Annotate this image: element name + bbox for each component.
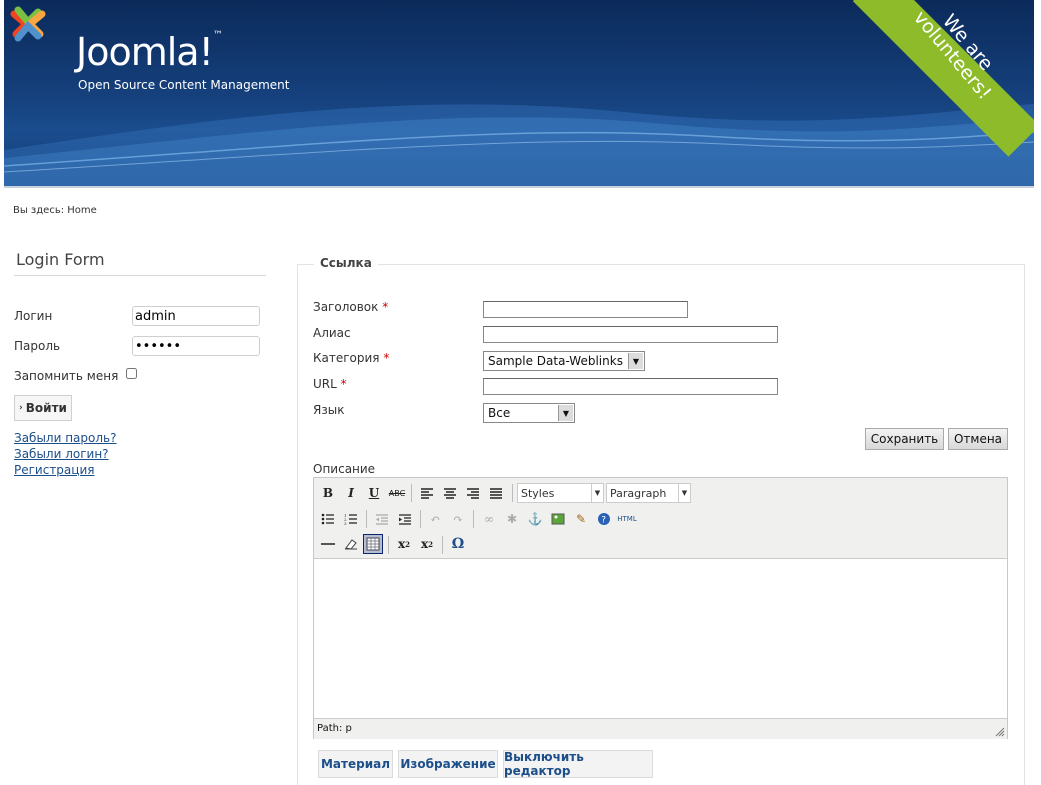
language-select[interactable]: Все ▼	[483, 403, 575, 423]
remember-me-label: Запомнить меня	[14, 369, 119, 383]
url-label: URL *	[313, 377, 347, 391]
image-button[interactable]: Изображение	[398, 750, 498, 778]
html-icon[interactable]: HTML	[617, 509, 637, 529]
toolbar-separator	[473, 510, 474, 528]
title-input[interactable]	[483, 301, 688, 318]
alias-input[interactable]	[483, 326, 778, 343]
chevron-down-icon: ▼	[591, 484, 603, 502]
toolbar-separator	[366, 510, 367, 528]
resize-grip-icon[interactable]	[995, 727, 1005, 737]
fieldset-legend: Ссылка	[314, 256, 378, 270]
redo-icon[interactable]: ↷	[448, 509, 468, 529]
password-input[interactable]	[132, 336, 260, 356]
styles-select[interactable]: Styles ▼	[517, 483, 604, 503]
undo-icon[interactable]: ↶	[425, 509, 445, 529]
language-label: Язык	[313, 403, 345, 417]
chevron-down-icon: ▼	[558, 405, 573, 421]
toolbar-separator	[442, 536, 443, 554]
category-select[interactable]: Sample Data-Weblinks ▼	[483, 351, 645, 371]
description-label: Описание	[313, 462, 376, 476]
editor-statusbar: Path: p	[314, 718, 1007, 739]
help-icon[interactable]: ?	[594, 509, 614, 529]
superscript-icon[interactable]: x2	[417, 534, 437, 554]
editor-path: Path: p	[317, 723, 352, 734]
format-select[interactable]: Paragraph ▼	[606, 483, 691, 503]
align-left-icon[interactable]	[417, 483, 437, 503]
link-icon[interactable]: ∞	[479, 509, 499, 529]
breadcrumb: Вы здесь: Home	[13, 205, 97, 216]
login-button[interactable]: › Войти	[14, 395, 72, 421]
numbered-list-icon[interactable]: 123	[341, 509, 361, 529]
indent-icon[interactable]	[395, 509, 415, 529]
chevron-right-icon: ›	[19, 403, 23, 413]
alias-label: Алиас	[313, 326, 351, 340]
anchor-icon[interactable]: ⚓	[525, 509, 545, 529]
remember-me-checkbox[interactable]	[126, 368, 137, 379]
toolbar-separator	[388, 536, 389, 554]
category-label: Категория *	[313, 351, 390, 365]
remove-format-icon[interactable]	[341, 534, 361, 554]
forgot-password-link[interactable]: Забыли пароль?	[14, 431, 116, 445]
editor-content-area[interactable]	[314, 559, 1007, 718]
toolbar-separator	[420, 510, 421, 528]
cleanup-icon[interactable]: ✎	[571, 509, 591, 529]
chevron-down-icon: ▼	[678, 484, 690, 502]
svg-text:?: ?	[601, 516, 606, 526]
tagline: Open Source Content Management	[78, 78, 290, 92]
image-icon[interactable]	[548, 509, 568, 529]
register-link[interactable]: Регистрация	[14, 463, 94, 477]
bullet-list-icon[interactable]	[318, 509, 338, 529]
rich-text-editor: B I U ABC Styles ▼ Paragraph ▼ 123 ↶ ↷ ∞ ✱…	[313, 477, 1008, 739]
username-label: Логин	[14, 309, 53, 323]
unlink-icon[interactable]: ✱	[502, 509, 522, 529]
chevron-down-icon: ▼	[628, 353, 643, 369]
forgot-login-link[interactable]: Забыли логин?	[14, 447, 109, 461]
bold-icon[interactable]: B	[318, 483, 338, 503]
italic-icon[interactable]: I	[341, 483, 361, 503]
toggle-editor-button[interactable]: Выключить редактор	[503, 750, 653, 778]
login-form: Login Form Логин Пароль Запомнить меня ›…	[14, 248, 266, 477]
password-label: Пароль	[14, 339, 61, 353]
login-form-title: Login Form	[14, 248, 266, 276]
editor-toolbar: B I U ABC Styles ▼ Paragraph ▼ 123 ↶ ↷ ∞ ✱…	[314, 478, 1007, 559]
subscript-icon[interactable]: x2	[394, 534, 414, 554]
logo-text: Joomla!™	[76, 30, 223, 74]
align-center-icon[interactable]	[440, 483, 460, 503]
toolbar-separator	[411, 484, 412, 502]
save-button[interactable]: Сохранить	[865, 428, 944, 450]
strikethrough-icon[interactable]: ABC	[387, 483, 407, 503]
horizontal-rule-icon[interactable]	[318, 534, 338, 554]
underline-icon[interactable]: U	[364, 483, 384, 503]
username-input[interactable]	[132, 306, 260, 326]
joomla-logo-icon	[10, 6, 46, 42]
url-input[interactable]	[483, 378, 778, 395]
toolbar-separator	[512, 484, 513, 502]
article-button[interactable]: Материал	[318, 750, 393, 778]
visual-aid-icon[interactable]	[363, 534, 383, 554]
align-justify-icon[interactable]	[486, 483, 506, 503]
svg-text:3: 3	[344, 521, 347, 525]
header-divider	[4, 186, 1034, 188]
site-header: Joomla!™ Open Source Content Management …	[4, 0, 1034, 186]
cancel-button[interactable]: Отмена	[948, 428, 1008, 450]
outdent-icon[interactable]	[372, 509, 392, 529]
title-label: Заголовок *	[313, 300, 389, 314]
align-right-icon[interactable]	[463, 483, 483, 503]
special-char-icon[interactable]: Ω	[448, 534, 468, 554]
